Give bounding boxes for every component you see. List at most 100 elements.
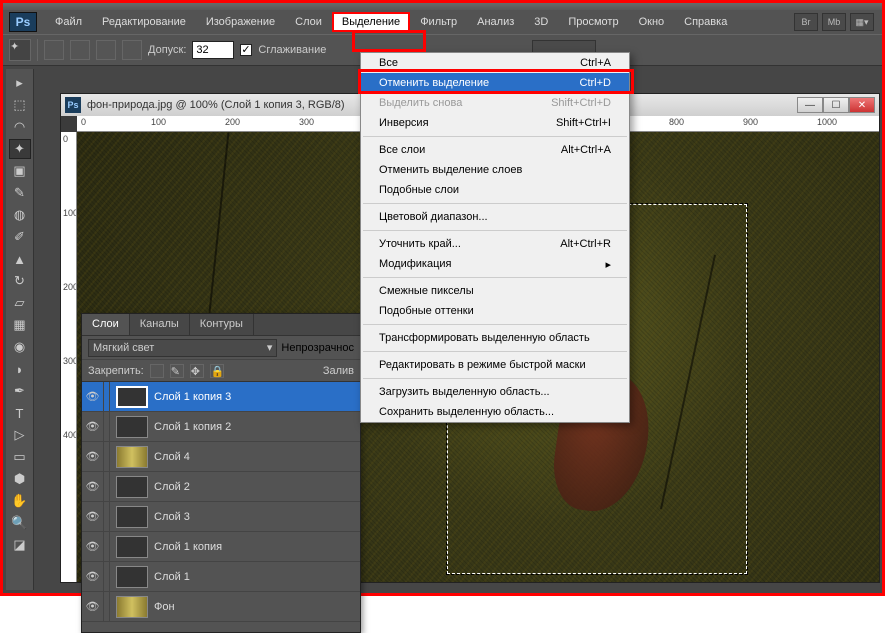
mb-button[interactable]: Mb bbox=[822, 13, 846, 31]
visibility-icon[interactable]: 👁 bbox=[82, 562, 104, 591]
eyedropper-tool[interactable]: ✎ bbox=[9, 183, 31, 203]
lasso-tool[interactable]: ◠ bbox=[9, 117, 31, 137]
magic-wand-tool[interactable]: ✦ bbox=[9, 139, 31, 159]
3d-tool[interactable]: ⬢ bbox=[9, 469, 31, 489]
menu-item-инверсия[interactable]: ИнверсияShift+Ctrl+I bbox=[361, 113, 629, 133]
layer-row[interactable]: 👁Слой 4 bbox=[82, 442, 360, 472]
subtract-selection-icon[interactable] bbox=[96, 40, 116, 60]
tab-paths[interactable]: Контуры bbox=[190, 314, 254, 335]
menu-item-подобные-оттенки[interactable]: Подобные оттенки bbox=[361, 301, 629, 321]
menu-item-смежные-пикселы[interactable]: Смежные пикселы bbox=[361, 281, 629, 301]
layer-thumbnail[interactable] bbox=[116, 566, 148, 588]
zoom-tool[interactable]: 🔍 bbox=[9, 513, 31, 533]
menu-file[interactable]: Файл bbox=[45, 12, 92, 32]
bridge-button[interactable]: Br bbox=[794, 13, 818, 31]
dodge-tool[interactable]: ◗ bbox=[9, 359, 31, 379]
visibility-icon[interactable]: 👁 bbox=[82, 472, 104, 501]
visibility-icon[interactable]: 👁 bbox=[82, 412, 104, 441]
menu-window[interactable]: Окно bbox=[629, 12, 675, 32]
path-tool[interactable]: ▷ bbox=[9, 425, 31, 445]
toolbox: ▸ ⬚ ◠ ✦ ▣ ✎ ◍ ✐ ▲ ↻ ▱ ▦ ◉ ◗ ✒ T ▷ ▭ ⬢ ✋ … bbox=[6, 69, 34, 590]
layer-row[interactable]: 👁Фон bbox=[82, 592, 360, 622]
menu-item-загрузить-выделенную-область-[interactable]: Загрузить выделенную область... bbox=[361, 382, 629, 402]
new-selection-icon[interactable] bbox=[44, 40, 64, 60]
opacity-label: Непрозрачнос bbox=[281, 342, 354, 354]
menu-edit[interactable]: Редактирование bbox=[92, 12, 196, 32]
menu-analysis[interactable]: Анализ bbox=[467, 12, 524, 32]
tool-preset-icon[interactable]: ✦ bbox=[9, 39, 31, 61]
move-tool[interactable]: ▸ bbox=[9, 73, 31, 93]
close-button[interactable]: ✕ bbox=[849, 97, 875, 113]
menu-item-модификация[interactable]: Модификация▸ bbox=[361, 254, 629, 274]
lock-all-icon[interactable]: 🔒 bbox=[210, 364, 224, 378]
layer-thumbnail[interactable] bbox=[116, 386, 148, 408]
menu-filter[interactable]: Фильтр bbox=[410, 12, 467, 32]
healing-tool[interactable]: ◍ bbox=[9, 205, 31, 225]
menu-item-все-слои[interactable]: Все слоиAlt+Ctrl+A bbox=[361, 140, 629, 160]
lock-pixels-icon[interactable]: ✎ bbox=[170, 364, 184, 378]
menu-select[interactable]: Выделение bbox=[332, 12, 410, 32]
layer-thumbnail[interactable] bbox=[116, 506, 148, 528]
layer-row[interactable]: 👁 Слой 3 bbox=[82, 502, 360, 532]
type-tool[interactable]: T bbox=[9, 403, 31, 423]
brush-tool[interactable]: ✐ bbox=[9, 227, 31, 247]
layer-row[interactable]: 👁Слой 1 копия 2 bbox=[82, 412, 360, 442]
menu-view[interactable]: Просмотр bbox=[558, 12, 628, 32]
layers-panel: Слои Каналы Контуры Мягкий свет▾ Непрозр… bbox=[81, 313, 361, 633]
layer-row[interactable]: 👁Слой 1 bbox=[82, 562, 360, 592]
visibility-icon[interactable]: 👁 bbox=[82, 382, 104, 411]
vertical-ruler: 0 100 200 300 400 bbox=[61, 132, 77, 582]
visibility-icon[interactable]: 👁 bbox=[82, 442, 104, 471]
maximize-button[interactable]: ☐ bbox=[823, 97, 849, 113]
blend-mode-select[interactable]: Мягкий свет▾ bbox=[88, 339, 277, 357]
lock-transparent-icon[interactable] bbox=[150, 364, 164, 378]
menu-3d[interactable]: 3D bbox=[524, 12, 558, 32]
menu-image[interactable]: Изображение bbox=[196, 12, 285, 32]
hand-tool[interactable]: ✋ bbox=[9, 491, 31, 511]
menu-item-сохранить-выделенную-область-[interactable]: Сохранить выделенную область... bbox=[361, 402, 629, 422]
layer-row[interactable]: 👁Слой 1 копия 3 bbox=[82, 382, 360, 412]
layer-thumbnail[interactable] bbox=[116, 416, 148, 438]
select-dropdown-menu: ВсеCtrl+AОтменить выделениеCtrl+DВыделит… bbox=[360, 52, 630, 423]
menu-item-трансформировать-выделенную-область[interactable]: Трансформировать выделенную область bbox=[361, 328, 629, 348]
menu-item-все[interactable]: ВсеCtrl+A bbox=[361, 53, 629, 73]
intersect-selection-icon[interactable] bbox=[122, 40, 142, 60]
marquee-tool[interactable]: ⬚ bbox=[9, 95, 31, 115]
pen-tool[interactable]: ✒ bbox=[9, 381, 31, 401]
visibility-icon[interactable]: 👁 bbox=[82, 532, 104, 561]
blur-tool[interactable]: ◉ bbox=[9, 337, 31, 357]
eraser-tool[interactable]: ▱ bbox=[9, 293, 31, 313]
tab-layers[interactable]: Слои bbox=[82, 314, 130, 335]
visibility-icon[interactable]: 👁 bbox=[82, 502, 104, 531]
gradient-tool[interactable]: ▦ bbox=[9, 315, 31, 335]
shape-tool[interactable]: ▭ bbox=[9, 447, 31, 467]
layer-thumbnail[interactable] bbox=[116, 536, 148, 558]
layer-row[interactable]: 👁Слой 2 bbox=[82, 472, 360, 502]
crop-tool[interactable]: ▣ bbox=[9, 161, 31, 181]
menu-layers[interactable]: Слои bbox=[285, 12, 332, 32]
minimize-button[interactable]: — bbox=[797, 97, 823, 113]
layer-name: Слой 1 копия bbox=[154, 541, 360, 553]
menu-item-отменить-выделение-слоев[interactable]: Отменить выделение слоев bbox=[361, 160, 629, 180]
tab-channels[interactable]: Каналы bbox=[130, 314, 190, 335]
layer-name: Слой 3 bbox=[154, 511, 360, 523]
menu-item-отменить-выделение[interactable]: Отменить выделениеCtrl+D bbox=[361, 73, 629, 93]
layer-thumbnail[interactable] bbox=[116, 476, 148, 498]
menu-item-подобные-слои[interactable]: Подобные слои bbox=[361, 180, 629, 200]
lock-position-icon[interactable]: ✥ bbox=[190, 364, 204, 378]
menu-item-цветовой-диапазон-[interactable]: Цветовой диапазон... bbox=[361, 207, 629, 227]
menu-item-уточнить-край-[interactable]: Уточнить край...Alt+Ctrl+R bbox=[361, 234, 629, 254]
menu-help[interactable]: Справка bbox=[674, 12, 737, 32]
add-selection-icon[interactable] bbox=[70, 40, 90, 60]
tolerance-input[interactable] bbox=[192, 41, 234, 59]
color-swatch[interactable]: ◪ bbox=[9, 535, 31, 555]
workspace-switcher[interactable]: ▦▾ bbox=[850, 13, 874, 31]
visibility-icon[interactable]: 👁 bbox=[82, 592, 104, 621]
layer-thumbnail[interactable] bbox=[116, 596, 148, 618]
history-brush-tool[interactable]: ↻ bbox=[9, 271, 31, 291]
layer-thumbnail[interactable] bbox=[116, 446, 148, 468]
antialias-checkbox[interactable] bbox=[240, 44, 252, 56]
menu-item-редактировать-в-режиме-быстрой-маски[interactable]: Редактировать в режиме быстрой маски bbox=[361, 355, 629, 375]
stamp-tool[interactable]: ▲ bbox=[9, 249, 31, 269]
layer-row[interactable]: 👁 Слой 1 копия bbox=[82, 532, 360, 562]
